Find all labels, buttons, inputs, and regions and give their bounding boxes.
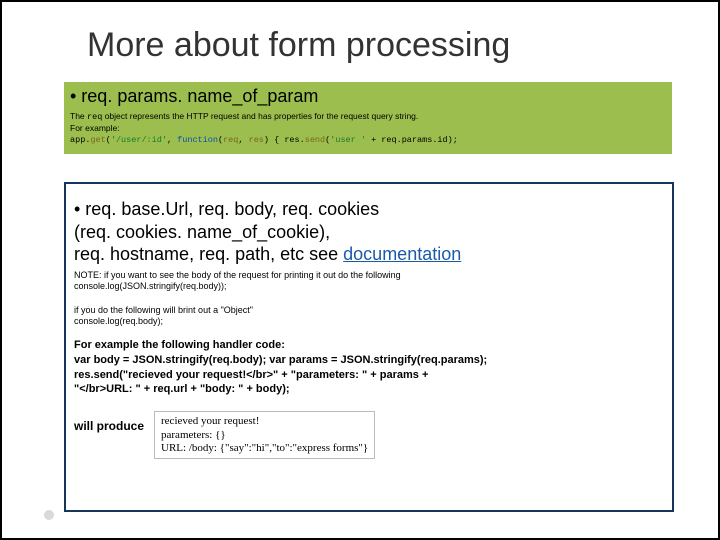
handler-block: For example the following handler code: …: [74, 338, 664, 397]
line2: (req. cookies. name_of_cookie),: [74, 222, 330, 242]
desc-post: object represents the HTTP request and h…: [102, 111, 418, 121]
bullet-req-params: • req. params. name_of_param: [70, 86, 666, 107]
tok: id: [437, 135, 447, 145]
h2: var body = JSON.stringify(req.body); var…: [74, 354, 487, 366]
h3: res.send("recieved your request!</br>" +…: [74, 369, 428, 381]
blue-box: • req. base.Url, req. body, req. cookies…: [64, 182, 674, 512]
h1: For example the following handler code:: [74, 339, 285, 351]
note1: NOTE: if you want to see the body of the…: [74, 270, 401, 280]
note2: console.log(JSON.stringify(req.body));: [74, 281, 227, 291]
line1: • req. base.Url, req. body, req. cookies: [74, 199, 379, 219]
tok: req: [223, 135, 238, 145]
tok: app: [70, 135, 85, 145]
produce-row: will produce recieved your request! para…: [74, 411, 664, 459]
documentation-link[interactable]: documentation: [343, 244, 461, 264]
code-example: app.get('/user/:id', function(req, res) …: [70, 135, 666, 145]
for-example: For example:: [70, 123, 120, 133]
green-box: • req. params. name_of_param The req obj…: [64, 82, 672, 154]
green-description: The req object represents the HTTP reque…: [70, 111, 666, 133]
h4: "</br>URL: " + req.url + "body: " + body…: [74, 383, 290, 395]
tok: ) {: [264, 135, 284, 145]
note4: console.log(req.body);: [74, 316, 163, 326]
will-produce-label: will produce: [74, 411, 144, 433]
tok: send: [305, 135, 325, 145]
tok: get: [90, 135, 105, 145]
tok: ,: [238, 135, 248, 145]
out2: parameters: {}: [161, 429, 226, 441]
tok: res: [284, 135, 299, 145]
desc-mono: req: [87, 112, 102, 122]
note3: if you do the following will brint out a…: [74, 305, 253, 315]
bullet-req-other: • req. base.Url, req. body, req. cookies…: [74, 198, 664, 266]
output-box: recieved your request! parameters: {} UR…: [154, 411, 375, 459]
out3: URL: /body: {"say":"hi","to":"express fo…: [161, 442, 368, 454]
tok: params: [402, 135, 433, 145]
tok: res: [249, 135, 264, 145]
desc-pre: The: [70, 111, 87, 121]
line3-pre: req. hostname, req. path, etc see: [74, 244, 343, 264]
tok: ,: [167, 135, 177, 145]
note-block: NOTE: if you want to see the body of the…: [74, 270, 664, 328]
slide: More about form processing • req. params…: [0, 0, 720, 540]
slide-dot-icon: [44, 510, 54, 520]
tok: 'user ': [330, 135, 366, 145]
white-box: • req. base.Url, req. body, req. cookies…: [66, 184, 672, 510]
slide-title: More about form processing: [87, 26, 510, 65]
tok: '/user/:id': [111, 135, 167, 145]
out1: recieved your request!: [161, 415, 259, 427]
tok: function: [177, 135, 218, 145]
tok: +: [366, 135, 381, 145]
tok: req: [381, 135, 396, 145]
tok: );: [448, 135, 458, 145]
